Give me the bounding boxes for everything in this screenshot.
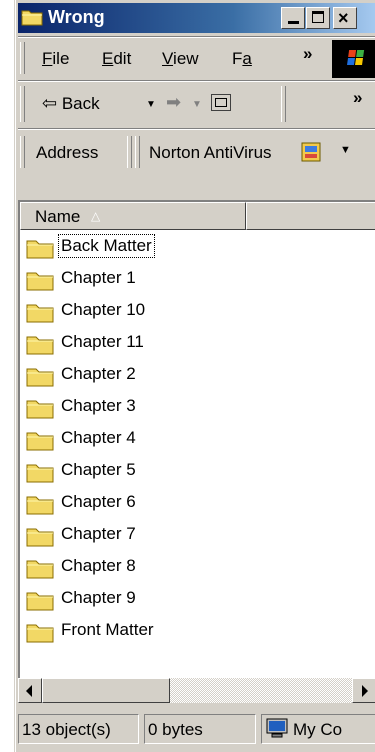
folder-icon [26, 496, 54, 515]
menu-view[interactable]: View [162, 49, 199, 69]
divider [18, 128, 375, 130]
norton-antivirus-label[interactable]: Norton AntiVirus [149, 143, 272, 163]
menu-favorites[interactable]: Fa [232, 49, 252, 69]
menu-file[interactable]: File [42, 49, 69, 69]
list-item-name: Chapter 3 [61, 396, 136, 415]
list-item-name: Chapter 11 [61, 332, 144, 351]
minimize-icon [288, 21, 299, 24]
window-title: Wrong [48, 7, 105, 27]
windows-flag-icon [347, 50, 365, 66]
status-size: 0 bytes [148, 720, 203, 739]
status-bar: 13 object(s) 0 bytes My Co [18, 708, 375, 752]
back-label: Back [61, 94, 100, 113]
band-grip[interactable] [20, 42, 25, 74]
band-grip[interactable] [127, 136, 132, 168]
status-object-count-panel: 13 object(s) [18, 714, 139, 744]
menu-bar: File Edit View Fa » [18, 38, 375, 78]
back-arrow-icon: ⇦ [42, 93, 58, 113]
folder-icon [21, 10, 43, 26]
list-item-name: Chapter 1 [61, 268, 136, 287]
close-icon: × [338, 8, 349, 28]
norton-antivirus-icon[interactable] [300, 141, 322, 163]
maximize-icon [312, 11, 324, 23]
status-zone: My Co [293, 720, 343, 739]
folder-icon [26, 624, 54, 643]
list-item-name: Chapter 9 [61, 588, 136, 607]
toolbar-separator [281, 86, 286, 122]
windows-logo [332, 40, 375, 78]
scroll-right-button[interactable] [352, 678, 375, 703]
minimize-button[interactable] [281, 7, 305, 29]
folder-icon [26, 560, 54, 579]
status-zone-panel: My Co [261, 714, 375, 744]
folder-icon [26, 336, 54, 355]
menu-view-label: iew [173, 49, 199, 68]
status-size-panel: 0 bytes [144, 714, 256, 744]
list-item-name: Back Matter [58, 234, 155, 258]
menu-view-key: V [162, 49, 174, 68]
forward-button[interactable]: ➡ [166, 92, 181, 113]
menu-file-label: ile [52, 49, 70, 68]
address-label[interactable]: Address [36, 143, 98, 163]
list-item-name: Chapter 4 [61, 428, 136, 447]
scroll-track[interactable] [170, 678, 352, 703]
status-object-count: 13 object(s) [22, 720, 111, 739]
folder-icon [26, 432, 54, 451]
standard-toolbar: ⇦ Back ▼ ➡ ▼ » [18, 82, 375, 126]
folder-icon [26, 304, 54, 323]
menu-overflow-chevron[interactable]: » [303, 44, 313, 64]
folder-icon [26, 400, 54, 419]
back-dropdown-arrow[interactable]: ▼ [146, 99, 156, 110]
my-computer-icon [266, 718, 288, 738]
forward-arrow-icon: ➡ [166, 92, 182, 112]
up-folder-button[interactable] [211, 94, 231, 111]
folder-icon [26, 464, 54, 483]
norton-dropdown-arrow[interactable]: ▼ [340, 144, 351, 156]
column-header-name-label: Name [35, 207, 81, 226]
list-item-name: Chapter 2 [61, 364, 136, 383]
column-header-bar: Name △ [20, 202, 375, 230]
band-grip[interactable] [20, 86, 25, 122]
list-item-name: Front Matter [61, 620, 154, 639]
menu-edit-key: E [102, 49, 114, 68]
band-grip[interactable] [135, 136, 140, 168]
list-item-name: Chapter 5 [61, 460, 136, 479]
explorer-window: Wrong × File Edit View Fa » ⇦ Back ▼ ➡ ▼… [14, 0, 375, 752]
menu-edit[interactable]: Edit [102, 49, 131, 69]
maximize-button[interactable] [306, 7, 330, 29]
sort-ascending-icon: △ [91, 209, 101, 223]
list-item-name: Chapter 7 [61, 524, 136, 543]
folder-icon [26, 368, 54, 387]
title-bar[interactable]: Wrong × [18, 3, 375, 33]
toolbar-overflow-chevron[interactable]: » [353, 88, 363, 108]
column-header-blank[interactable] [246, 202, 375, 230]
menu-edit-label: dit [113, 49, 132, 68]
list-item-name: Chapter 10 [61, 300, 146, 319]
list-item-name: Chapter 6 [61, 492, 136, 511]
folder-icon [26, 272, 54, 291]
horizontal-scrollbar[interactable] [18, 678, 375, 703]
menu-file-key: F [42, 49, 53, 68]
forward-dropdown-arrow[interactable]: ▼ [192, 99, 202, 110]
scroll-thumb[interactable] [42, 678, 170, 703]
folder-icon [26, 592, 54, 611]
column-header-name[interactable]: Name △ [20, 202, 246, 230]
folder-icon [26, 240, 54, 259]
folder-icon [26, 528, 54, 547]
file-list-view[interactable]: Name △ Back Matter Chapter 1 Chapter 10 … [18, 200, 375, 678]
address-band: Address Norton AntiVirus ▼ [18, 132, 375, 172]
list-item-name: Chapter 8 [61, 556, 136, 575]
scroll-left-button[interactable] [18, 678, 42, 703]
back-button[interactable]: ⇦ Back [42, 93, 100, 114]
menu-favorites-label: F [232, 49, 243, 68]
menu-favorites-key: a [242, 49, 252, 68]
band-grip[interactable] [20, 136, 25, 168]
close-button[interactable]: × [333, 7, 357, 29]
